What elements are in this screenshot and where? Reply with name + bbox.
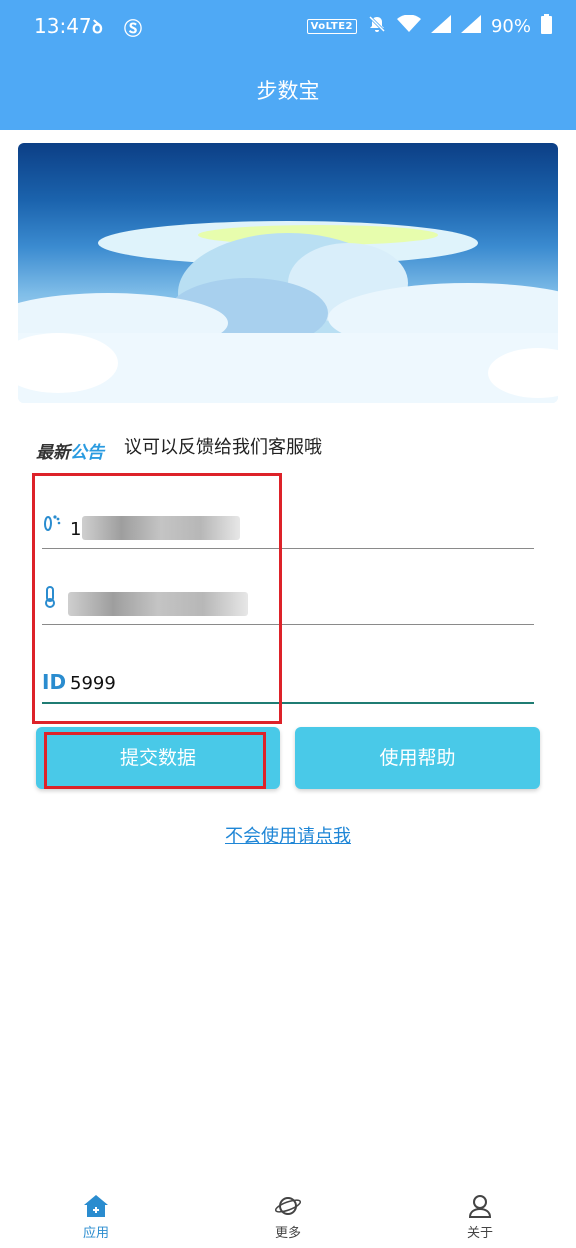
nav-item-apps[interactable]: 应用 [36,1188,156,1241]
banner-image[interactable] [18,143,558,403]
notice-logo: 最新公告 [36,438,104,463]
submit-button[interactable]: 提交数据 [36,727,280,789]
notice-logo-part1: 最新 [36,443,70,463]
person-icon [420,1194,540,1220]
planet-icon [228,1194,348,1220]
signal-icon [430,15,451,38]
status-right: VoLTE2 90% [306,14,552,39]
battery-icon [541,14,552,39]
home-icon [36,1194,156,1220]
account-field[interactable]: 1 [42,502,534,549]
app-bar: 步数宝 [0,54,576,130]
nav-label-about: 关于 [466,1226,493,1241]
volte-badge: VoLTE2 [306,19,357,34]
bottom-nav: 应用 更多 关于 [0,1188,576,1248]
account-redacted [82,516,240,540]
notification-app-icon: ꝺ [92,17,103,38]
cloud-illustration [18,221,558,403]
status-time: 13:47 [34,14,92,38]
notification-s-icon: Ⓢ [124,19,142,40]
thermometer-icon [42,585,58,614]
nav-label-more: 更多 [274,1226,301,1241]
status-bar: 13:47 ꝺ Ⓢ VoLTE2 90% [0,0,576,54]
help-button[interactable]: 使用帮助 [295,727,540,789]
password-redacted [68,592,248,616]
password-field[interactable] [42,578,534,625]
notice-logo-part2: 公告 [70,443,104,463]
nav-label-apps: 应用 [82,1226,109,1241]
help-link[interactable]: 不会使用请点我 [0,822,576,848]
id-value: 5999 [70,673,116,694]
battery-text: 90% [490,16,531,37]
nav-item-about[interactable]: 关于 [420,1188,540,1241]
wifi-icon [396,14,421,38]
app-title: 步数宝 [256,79,320,103]
account-value: 1 [70,519,82,540]
signal-icon-2 [460,15,481,38]
footprint-icon [42,513,62,538]
nav-item-more[interactable]: 更多 [228,1188,348,1241]
notice-text: 议可以反馈给我们客服哦 [124,437,322,458]
mute-icon [367,14,387,39]
id-label: ID [42,670,67,694]
notice-bar: 最新公告 议可以反馈给我们客服哦 [36,428,556,468]
id-field[interactable]: ID 5999 [42,656,534,704]
